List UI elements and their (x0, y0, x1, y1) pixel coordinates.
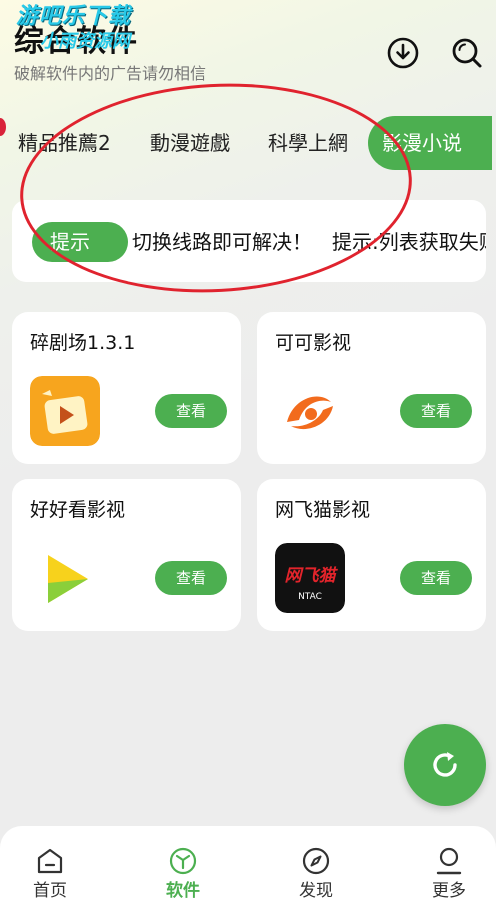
nav-label: 更多 (432, 881, 466, 901)
app-card[interactable]: 网飞猫影视 网飞猫 NTAC 查看 (257, 479, 486, 631)
app-card[interactable]: 好好看影视 查看 (12, 479, 241, 631)
app-name: 网飞猫影视 (275, 499, 371, 521)
search-icon (452, 38, 482, 68)
page-subtitle: 破解软件内的广告请勿相信 (14, 64, 207, 83)
play-clapper-icon (30, 376, 100, 446)
download-button[interactable] (386, 36, 420, 70)
notice-banner: 切换线路即可解决！ 提示:列表获取失败 提示 (12, 200, 486, 282)
home-icon (37, 848, 63, 874)
tab-jingpin[interactable]: 精品推薦2 (18, 116, 111, 170)
view-button[interactable]: 查看 (400, 561, 472, 595)
svg-text:网飞猫: 网飞猫 (285, 566, 339, 586)
compass-icon (302, 847, 330, 875)
refresh-button[interactable] (404, 724, 486, 806)
refresh-icon (433, 752, 457, 777)
app-name: 碎剧场1.3.1 (30, 332, 136, 354)
nav-discover[interactable]: 发现 (266, 826, 366, 906)
view-button[interactable]: 查看 (155, 394, 227, 428)
tab-yingman[interactable]: 影漫小说 (368, 116, 492, 170)
nav-home[interactable]: 首页 (0, 826, 100, 906)
svg-text:NTAC: NTAC (298, 592, 322, 602)
nav-software[interactable]: 软件 (133, 826, 233, 906)
tab-kexue[interactable]: 科學上網 (268, 116, 348, 170)
yellow-green-play-icon (30, 543, 100, 613)
nav-label: 软件 (166, 881, 200, 901)
view-button[interactable]: 查看 (155, 561, 227, 595)
app-header: 综合软件 游吧乐下载 小雨资源网 破解软件内的广告请勿相信 (0, 0, 496, 100)
nav-label: 首页 (33, 881, 67, 901)
software-cube-icon (169, 847, 197, 875)
view-button[interactable]: 查看 (400, 394, 472, 428)
nav-label: 发现 (299, 881, 333, 901)
app-name: 可可影视 (275, 332, 352, 354)
app-name: 好好看影视 (30, 499, 126, 521)
watermark-subtext: 小雨资源网 (40, 31, 130, 52)
download-icon (387, 37, 419, 69)
bottom-navigation: 首页 软件 发现 更多 (0, 826, 496, 906)
profile-icon (436, 847, 462, 875)
nav-more[interactable]: 更多 (399, 826, 496, 906)
ntac-logo-icon: 网飞猫 NTAC (275, 543, 345, 613)
orange-swirl-icon (275, 376, 345, 446)
app-card[interactable]: 碎剧场1.3.1 查看 (12, 312, 241, 464)
app-card[interactable]: 可可影视 查看 (257, 312, 486, 464)
notice-badge: 提示 (32, 222, 128, 262)
watermark-text: 游吧乐下载 (16, 4, 132, 29)
category-tabs: 精品推薦2 動漫遊戲 科學上網 影漫小说 (0, 116, 496, 170)
notice-marquee-text: 切换线路即可解决！ 提示:列表获取失败 (132, 230, 486, 254)
tab-dongman[interactable]: 動漫遊戲 (150, 116, 230, 170)
search-button[interactable] (450, 36, 484, 70)
